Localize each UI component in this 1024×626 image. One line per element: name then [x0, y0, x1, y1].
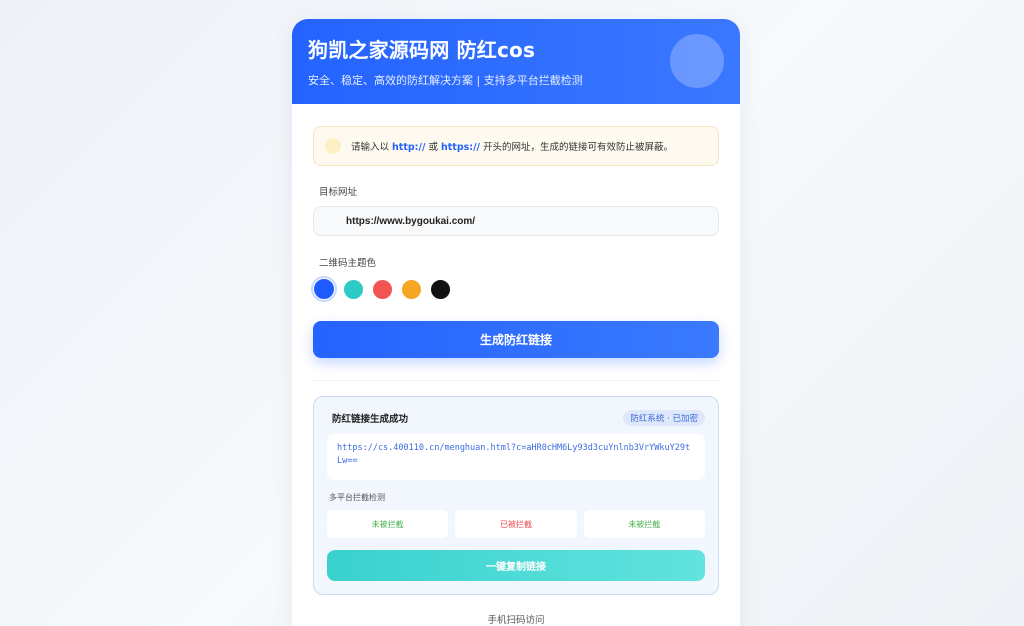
color-swatch-blue[interactable] — [313, 278, 335, 300]
copy-link-button[interactable]: 一键复制链接 — [327, 550, 705, 581]
form-body: 请输入以 http:// 或 https:// 开头的网址，生成的链接可有效防止… — [292, 104, 740, 626]
header: 狗凯之家源码网 防红cos 安全、稳定、高效的防红解决方案 | 支持多平台拦截检… — [292, 19, 740, 104]
target-url-field[interactable] — [313, 206, 719, 236]
target-url-label: 目标网址 — [319, 187, 358, 198]
detect-label: 多平台拦截检测 — [329, 493, 385, 502]
main-card: 狗凯之家源码网 防红cos 安全、稳定、高效的防红解决方案 | 支持多平台拦截检… — [292, 19, 740, 626]
qr-scan-label: 手机扫码访问 — [487, 615, 545, 626]
result-header: 防红链接生成成功 防红系统 · 已加密 — [327, 410, 705, 426]
result-panel: 防红链接生成成功 防红系统 · 已加密 https://cs.400110.cn… — [313, 396, 719, 595]
color-swatch-orange[interactable] — [401, 278, 422, 300]
notice-suffix: 开头的网址，生成的链接可有效防止被屏蔽。 — [480, 142, 674, 153]
color-swatch-black[interactable] — [430, 278, 451, 300]
notice-or: 或 — [425, 142, 441, 153]
notice-http: http:// — [392, 142, 426, 153]
color-swatch-red[interactable] — [372, 278, 393, 300]
bulb-icon — [325, 138, 341, 154]
decor-circle-icon — [670, 34, 724, 88]
platform-status-1: 未被拦截 — [327, 510, 449, 538]
notice-prefix: 请输入以 — [351, 142, 393, 153]
divider — [313, 380, 719, 381]
result-title: 防红链接生成成功 — [332, 414, 409, 425]
platform-status-3: 未被拦截 — [583, 510, 705, 538]
generate-link-button[interactable]: 生成防红链接 — [313, 321, 719, 358]
notice-https: https:// — [440, 142, 481, 153]
notice-text: 请输入以 http:// 或 https:// 开头的网址，生成的链接可有效防止… — [351, 139, 673, 153]
color-swatch-teal[interactable] — [343, 278, 364, 300]
page-title: 狗凯之家源码网 防红cos — [308, 38, 536, 62]
theme-color-picker — [313, 278, 719, 300]
status-badge: 防红系统 · 已加密 — [623, 410, 705, 426]
generated-link-text[interactable]: https://cs.400110.cn/menghuan.html?c=aHR… — [327, 434, 705, 480]
notice-banner: 请输入以 http:// 或 https:// 开头的网址，生成的链接可有效防止… — [313, 126, 719, 166]
target-url-input[interactable] — [346, 215, 718, 227]
detect-status-row: 未被拦截 已被拦截 未被拦截 — [327, 510, 705, 538]
page-subtitle: 安全、稳定、高效的防红解决方案 | 支持多平台拦截检测 — [308, 74, 583, 87]
platform-status-2: 已被拦截 — [455, 510, 577, 538]
theme-color-label: 二维码主题色 — [319, 258, 377, 269]
